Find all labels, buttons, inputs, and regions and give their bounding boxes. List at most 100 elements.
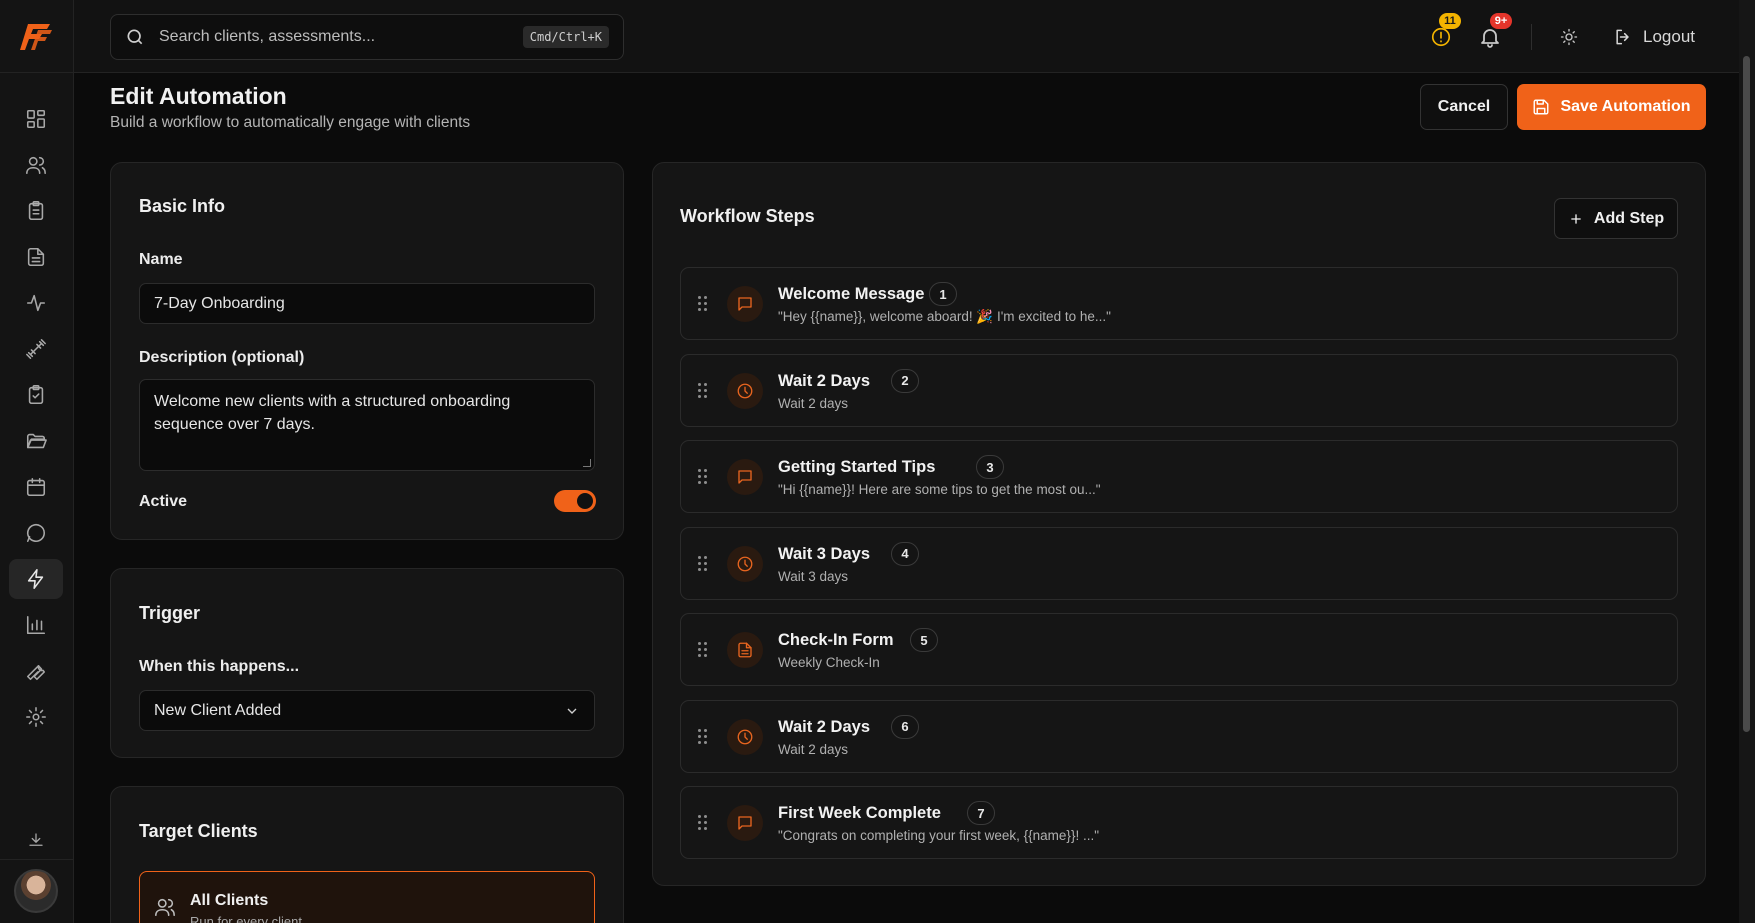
step-number-badge: 6 — [891, 714, 919, 739]
logout-icon — [1616, 29, 1629, 45]
scrollbar-thumb[interactable] — [1743, 56, 1750, 732]
sidebar-item-assessments[interactable] — [9, 191, 63, 231]
workflow-step[interactable]: Getting Started Tips 3 "Hi {{name}}! Here … — [680, 440, 1678, 513]
top-bar: Cmd/Ctrl+K 11 9+ Logout — [74, 0, 1739, 73]
workflow-step[interactable]: Welcome Message 1 "Hey {{name}}, welcome a… — [680, 267, 1678, 340]
workflow-step[interactable]: Wait 3 Days 4 Wait 3 days — [680, 526, 1678, 600]
logo-icon — [20, 24, 52, 50]
drag-handle-icon[interactable] — [698, 815, 710, 831]
document-icon — [727, 632, 763, 668]
description-field[interactable]: Welcome new clients with a structured on… — [139, 379, 595, 471]
sidebar-item-messages[interactable] — [9, 513, 63, 553]
sidebar-item-tools[interactable] — [9, 651, 63, 691]
target-option-subtitle: Run for every client — [190, 914, 302, 923]
trigger-selected-value: New Client Added — [154, 701, 282, 719]
description-label: Description (optional) — [139, 349, 305, 366]
clipboard-icon — [28, 201, 44, 221]
logout-button[interactable]: Logout — [1613, 20, 1695, 54]
resize-grip[interactable] — [583, 459, 591, 467]
target-clients-title: Target Clients — [139, 821, 258, 841]
toggle-knob — [577, 493, 593, 509]
trigger-title: Trigger — [139, 603, 201, 623]
clock-icon — [727, 718, 763, 755]
sidebar-item-documents[interactable] — [9, 237, 63, 277]
sidebar-item-clients[interactable] — [9, 145, 63, 185]
step-number-badge: 4 — [891, 541, 919, 566]
sidebar-item-automations[interactable] — [9, 559, 63, 599]
active-toggle[interactable] — [554, 490, 596, 512]
lightning-icon — [27, 569, 44, 589]
sidebar-item-files[interactable] — [9, 421, 63, 461]
app: Cmd/Ctrl+K 11 9+ Logout Edit Automation … — [0, 0, 1755, 923]
search-box[interactable]: Cmd/Ctrl+K — [110, 14, 624, 60]
workflow-steps-title: Workflow Steps — [680, 206, 815, 226]
alerts-button[interactable]: 11 — [1423, 13, 1461, 54]
step-description: Wait 2 days — [778, 395, 849, 411]
alert-circle-icon — [1431, 27, 1451, 47]
drag-handle-icon[interactable] — [698, 469, 710, 485]
add-step-label: Add Step — [1593, 209, 1665, 227]
workflow-step[interactable]: Wait 2 Days 2 Wait 2 days — [680, 353, 1678, 427]
step-number-badge: 3 — [976, 455, 1004, 479]
app-logo[interactable] — [0, 0, 74, 73]
add-step-button[interactable]: Add Step — [1554, 198, 1678, 239]
drag-handle-icon[interactable] — [698, 728, 710, 745]
page-scrollbar[interactable] — [1739, 0, 1755, 923]
dumbbell-icon — [26, 339, 46, 359]
step-description: "Hey {{name}}, welcome aboard! 🎉 I'm exc… — [778, 309, 1111, 324]
sidebar-item-settings[interactable] — [9, 697, 63, 737]
wrench-icon — [26, 664, 46, 681]
name-label: Name — [139, 251, 183, 268]
name-field[interactable] — [139, 283, 595, 324]
step-title: Wait 3 Days — [778, 544, 871, 563]
dashboard-icon — [26, 109, 46, 129]
step-description: "Hi {{name}}! Here are some tips to get … — [778, 482, 1101, 497]
step-title: Wait 2 Days — [778, 717, 871, 736]
message-square-icon — [727, 805, 763, 841]
save-automation-button[interactable]: Save Automation — [1517, 84, 1706, 130]
topbar-divider — [1531, 24, 1532, 50]
workflow-step[interactable]: First Week Complete 7 "Congrats on complet… — [680, 786, 1678, 859]
trigger-select[interactable]: New Client Added — [139, 690, 595, 731]
chat-icon — [26, 523, 46, 543]
search-shortcut: Cmd/Ctrl+K — [522, 26, 609, 48]
step-title: Check-In Form — [778, 631, 894, 649]
search-input[interactable] — [159, 28, 523, 46]
target-option-all-clients[interactable]: All Clients Run for every client — [139, 871, 595, 923]
sidebar-item-workouts[interactable] — [9, 329, 63, 369]
sidebar-item-download[interactable] — [9, 820, 63, 860]
drag-handle-icon[interactable] — [698, 382, 710, 399]
sidebar-item-checkins[interactable] — [9, 375, 63, 415]
step-number-badge: 1 — [929, 282, 957, 306]
notifications-button[interactable]: 9+ — [1472, 13, 1512, 54]
chevron-down-icon — [567, 708, 577, 714]
drag-handle-icon[interactable] — [698, 555, 710, 572]
calendar-icon — [26, 477, 46, 497]
sidebar-item-activity[interactable] — [9, 283, 63, 323]
drag-handle-icon[interactable] — [698, 642, 710, 658]
page-title: Edit Automation — [110, 83, 287, 109]
gear-icon — [26, 707, 46, 727]
sidebar-item-calendar[interactable] — [9, 467, 63, 507]
step-description: "Congrats on completing your first week,… — [778, 828, 1100, 843]
active-label: Active — [139, 493, 188, 510]
page-subtitle: Build a workflow to automatically engage… — [110, 114, 471, 131]
download-icon — [29, 833, 43, 846]
save-icon — [1533, 99, 1549, 115]
users-icon — [26, 156, 46, 175]
search-icon — [127, 29, 143, 45]
step-description: Wait 3 days — [778, 568, 849, 584]
step-number-badge: 7 — [967, 801, 995, 825]
drag-handle-icon[interactable] — [698, 296, 710, 312]
logout-label: Logout — [1643, 27, 1695, 46]
avatar[interactable] — [14, 869, 58, 913]
theme-toggle-button[interactable] — [1551, 20, 1587, 54]
step-title: Getting Started Tips — [778, 458, 936, 476]
workflow-step[interactable]: Wait 2 Days 6 Wait 2 days — [680, 699, 1678, 773]
sidebar-item-dashboard[interactable] — [9, 99, 63, 139]
workflow-step[interactable]: Check-In Form 5 Weekly Check-In — [680, 613, 1678, 686]
cancel-button[interactable]: Cancel — [1420, 84, 1508, 130]
sidebar-item-reports[interactable] — [9, 605, 63, 645]
alerts-badge: 11 — [1439, 13, 1461, 29]
message-square-icon — [727, 286, 763, 322]
